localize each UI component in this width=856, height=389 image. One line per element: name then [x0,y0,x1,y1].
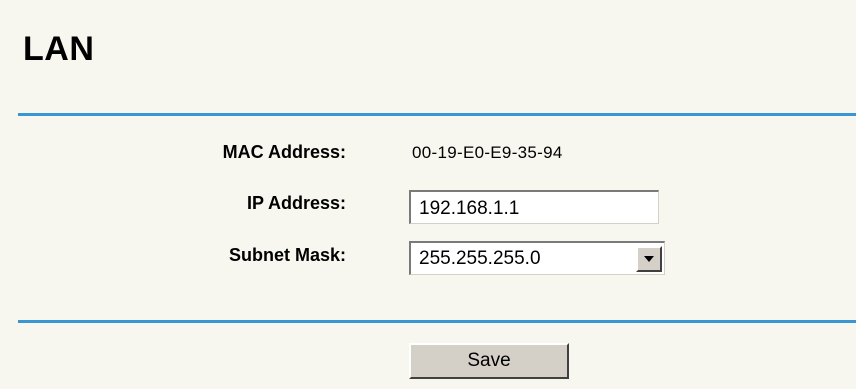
subnet-mask-selected-value: 255.255.255.0 [419,247,541,269]
lan-settings-panel: LAN MAC Address: 00-19-E0-E9-35-94 IP Ad… [0,0,856,389]
subnet-mask-dropdown-button[interactable] [636,245,662,272]
bottom-divider [18,320,856,323]
mac-address-label: MAC Address: [222,142,346,162]
save-button[interactable]: Save [409,343,569,379]
subnet-mask-select[interactable]: 255.255.255.0 [409,241,665,275]
top-divider [18,113,856,116]
page-title: LAN [23,30,95,68]
ip-address-input[interactable] [409,190,659,224]
subnet-mask-label: Subnet Mask: [228,245,346,265]
chevron-down-icon [644,255,654,262]
mac-address-value: 00-19-E0-E9-35-94 [412,143,563,162]
ip-address-label: IP Address: [246,193,346,213]
